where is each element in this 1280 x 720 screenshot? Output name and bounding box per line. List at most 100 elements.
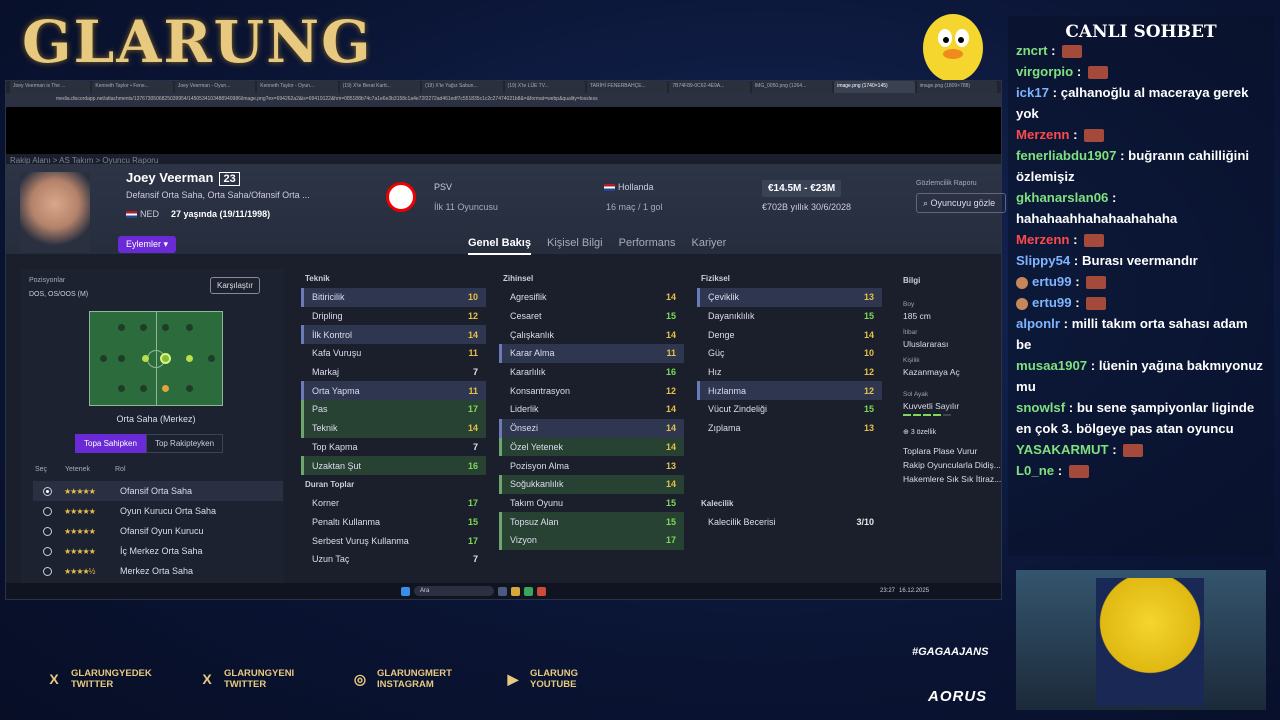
radio-button[interactable] <box>43 526 52 536</box>
task-view-icon[interactable] <box>498 586 507 596</box>
attribute-row[interactable]: Dripling 12 <box>301 307 486 326</box>
traits-count[interactable]: ⊕ 3 özellik <box>903 428 1006 436</box>
browser-tab[interactable]: (19) X'te LÜE TV... <box>504 81 585 93</box>
social-link[interactable]: X GLARUNGYENI TWITTER <box>198 668 329 690</box>
attribute-row[interactable]: Teknik 14 <box>301 418 486 438</box>
attribute-row[interactable]: Vizyon 17 <box>499 530 684 550</box>
role-row[interactable]: ★★★★★ Ofansif Orta Saha <box>33 481 283 501</box>
chat-username[interactable]: virgorpio <box>1016 64 1073 79</box>
chat-username[interactable]: musaa1907 <box>1016 358 1087 373</box>
chat-username[interactable]: fenerliabdu1907 <box>1016 148 1116 163</box>
attribute-row[interactable]: Serbest Vuruş Kullanma 17 <box>301 531 486 550</box>
in-possession-toggle[interactable]: Topa Sahipken <box>75 434 146 453</box>
attribute-row[interactable]: Pozisyon Alma 13 <box>499 456 684 475</box>
attribute-row[interactable]: Çeviklik 13 <box>697 288 882 307</box>
attribute-row[interactable]: Kalecilik Becerisi 3/10 <box>697 513 882 532</box>
attribute-row[interactable]: Liderlik 14 <box>499 400 684 419</box>
windows-start-icon[interactable] <box>401 586 410 596</box>
attribute-row[interactable]: Topsuz Alan 15 <box>499 512 684 531</box>
chrome-icon[interactable] <box>524 586 533 596</box>
attribute-row[interactable]: Bitiricilik 10 <box>301 288 486 307</box>
attribute-row[interactable]: Cesaret 15 <box>499 307 684 326</box>
chat-username[interactable]: ertu99 <box>1032 295 1072 310</box>
browser-tab[interactable]: TARİHİ FENERBAHÇE... <box>586 81 668 93</box>
actions-button[interactable]: Eylemler ▾ <box>118 236 177 253</box>
club-name[interactable]: PSV <box>434 182 452 192</box>
browser-tab[interactable]: Kenneth Taylor - Oyun... <box>257 81 338 93</box>
attribute-row[interactable]: Orta Yapma 11 <box>301 381 486 401</box>
chat-username[interactable]: snowlsf <box>1016 400 1065 415</box>
attribute-row[interactable]: Pas 17 <box>301 400 486 419</box>
attribute-row[interactable]: Hızlanma 12 <box>697 381 882 401</box>
attribute-row[interactable]: Korner 17 <box>301 494 486 513</box>
attribute-row[interactable]: Kafa Vuruşu 11 <box>301 344 486 363</box>
radio-button[interactable] <box>43 546 52 556</box>
browser-tab[interactable]: Joey Veerman - Oyun... <box>174 81 256 93</box>
attribute-row[interactable]: Karar Alma 11 <box>499 344 684 363</box>
out-of-possession-toggle[interactable]: Top Rakipteyken <box>145 434 224 453</box>
attribute-row[interactable]: Özel Yetenek 14 <box>499 437 684 457</box>
chat-username[interactable]: ertu99 <box>1032 274 1072 289</box>
attribute-row[interactable]: İlk Kontrol 14 <box>301 325 486 345</box>
attribute-row[interactable]: Uzun Taç 7 <box>301 550 486 569</box>
attribute-row[interactable]: Top Kapma 7 <box>301 438 486 457</box>
attribute-row[interactable]: Çalışkanlık 14 <box>499 325 684 344</box>
compare-button[interactable]: Karşılaştır <box>210 277 261 294</box>
tab-overview[interactable]: Genel Bakış <box>468 237 531 255</box>
browser-tab[interactable]: (19) X'te Yağız Sabun... <box>422 81 503 93</box>
attribute-row[interactable]: Önsezi 14 <box>499 418 684 438</box>
attribute-row[interactable]: Denge 14 <box>697 325 882 344</box>
chat-username[interactable]: alponlr <box>1016 316 1060 331</box>
breadcrumb[interactable]: Rakip Alanı > AS Takım > Oyuncu Raporu <box>6 154 1001 165</box>
chat-username[interactable]: L0_ne <box>1016 463 1054 478</box>
radio-button[interactable] <box>43 486 52 496</box>
tab-performance[interactable]: Performans <box>619 237 676 255</box>
attribute-row[interactable]: Güç 10 <box>697 344 882 363</box>
attribute-row[interactable]: Soğukkanlılık 14 <box>499 474 684 494</box>
radio-button[interactable] <box>43 566 52 576</box>
emote-icon <box>1062 45 1083 59</box>
browser-tab[interactable]: image.png (1740×145) <box>834 81 915 93</box>
browser-tab[interactable]: image.png (1809×788) <box>916 81 998 93</box>
country-name[interactable]: Hollanda <box>604 182 654 192</box>
app-icon[interactable] <box>537 586 546 596</box>
attribute-row[interactable]: Uzaktan Şut 16 <box>301 456 486 475</box>
browser-tab[interactable]: 7B74F89-0C62-4E9A... <box>669 81 750 93</box>
social-link[interactable]: ▶ GLARUNG YOUTUBE <box>504 668 635 690</box>
browser-tab[interactable]: Joey Veerman is The ... <box>10 81 91 93</box>
attribute-row[interactable]: Zıplama 13 <box>697 419 882 438</box>
browser-tab[interactable]: (19) X'te Berat Kartt... <box>339 81 421 93</box>
attribute-row[interactable]: Konsantrasyon 12 <box>499 381 684 400</box>
scout-player-button[interactable]: ⌕ Oyuncuyu gözle <box>916 193 1006 213</box>
social-link[interactable]: X GLARUNGYEDEK TWITTER <box>45 668 176 690</box>
taskbar-search[interactable]: Ara <box>414 586 494 596</box>
address-bar[interactable]: media.discordapp.net/attachments/1376730… <box>6 93 1001 107</box>
chat-username[interactable]: Merzenn <box>1016 232 1070 247</box>
radio-button[interactable] <box>43 506 52 516</box>
chat-username[interactable]: ick17 <box>1016 85 1049 100</box>
role-row[interactable]: ★★★★½ Merkez Orta Saha <box>33 561 283 581</box>
attribute-row[interactable]: Hız 12 <box>697 363 882 382</box>
role-row[interactable]: ★★★★★ İç Merkez Orta Saha <box>33 541 283 561</box>
attribute-row[interactable]: Markaj 7 <box>301 363 486 382</box>
attribute-row[interactable]: Dayanıklılık 15 <box>697 307 882 326</box>
browser-tab[interactable]: Kenneth Taylor • Fene... <box>92 81 173 93</box>
role-row[interactable]: ★★★★★ Ofansif Oyun Kurucu <box>33 521 283 541</box>
attribute-row[interactable]: Vücut Zindeliği 15 <box>697 400 882 419</box>
browser-tab[interactable]: IMG_0050.png (1264... <box>751 81 833 93</box>
chat-username[interactable]: Slippy54 <box>1016 253 1070 268</box>
attribute-row[interactable]: Kararlılık 16 <box>499 363 684 382</box>
role-row[interactable]: ★★★★★ Oyun Kurucu Orta Saha <box>33 501 283 521</box>
attribute-row[interactable]: Takım Oyunu 15 <box>499 494 684 513</box>
left-foot-label: Sol Ayak <box>903 391 929 398</box>
attribute-row[interactable]: Penaltı Kullanma 15 <box>301 513 486 532</box>
chat-username[interactable]: Merzenn <box>1016 127 1070 142</box>
tab-career[interactable]: Kariyer <box>691 237 726 255</box>
attribute-row[interactable]: Agresiflik 14 <box>499 288 684 307</box>
folder-icon[interactable] <box>511 586 520 596</box>
tab-personal[interactable]: Kişisel Bilgi <box>547 237 603 255</box>
chat-username[interactable]: zncrt <box>1016 43 1048 58</box>
chat-username[interactable]: YASAKARMUT <box>1016 442 1109 457</box>
chat-username[interactable]: gkhanarslan06 <box>1016 190 1108 205</box>
social-link[interactable]: ◎ GLARUNGMERT INSTAGRAM <box>351 668 482 690</box>
